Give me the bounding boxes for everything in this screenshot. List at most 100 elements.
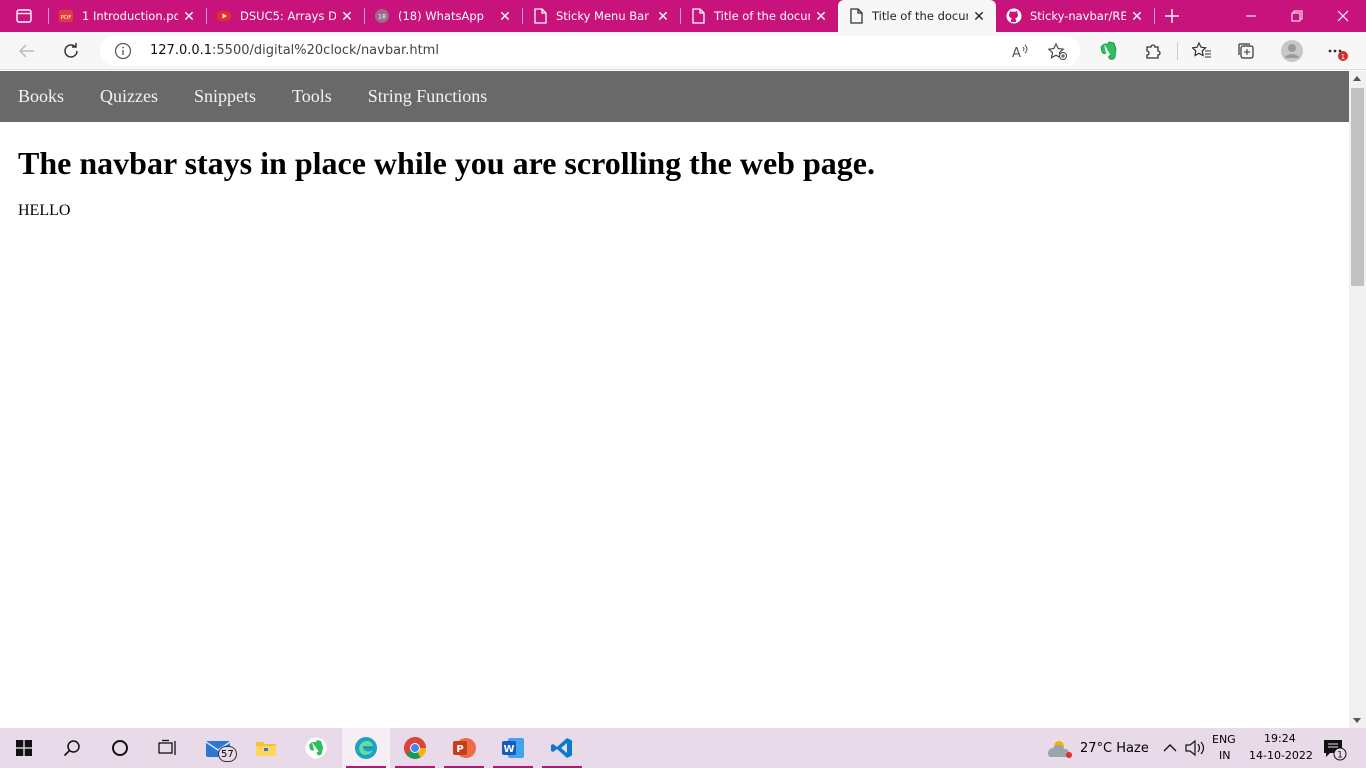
vertical-scrollbar[interactable] [1349, 71, 1366, 728]
scroll-up-arrow-icon[interactable] [1353, 76, 1361, 81]
page-icon [690, 8, 706, 24]
add-favorite-icon[interactable] [1048, 42, 1068, 62]
evernote-icon [1100, 41, 1117, 60]
tab-close-icon[interactable]: ✕ [494, 5, 516, 27]
nav-link-string-functions[interactable]: String Functions [350, 71, 506, 122]
tab-close-icon[interactable]: ✕ [178, 5, 200, 27]
tab-label: Sticky-navbar/REA [1030, 9, 1126, 23]
cortana-icon [112, 740, 128, 756]
tab-7[interactable]: Sticky-navbar/REA ✕ [996, 0, 1154, 32]
site-info-icon[interactable] [114, 42, 132, 60]
sticky-navbar: Books Quizzes Snippets Tools String Func… [0, 71, 1349, 122]
language-bottom[interactable]: IN [1219, 749, 1230, 762]
settings-menu-button[interactable]: 1 [1322, 37, 1352, 65]
url-path: :5500/digital%20clock/navbar.html [212, 43, 439, 58]
start-button[interactable] [0, 728, 48, 768]
powerpoint-button[interactable]: P [440, 728, 488, 768]
tab-close-icon[interactable]: ✕ [810, 5, 832, 27]
svg-text:PDF: PDF [61, 15, 72, 21]
evernote-extension-button[interactable] [1094, 37, 1124, 65]
restore-icon [1291, 10, 1303, 22]
back-arrow-icon [18, 44, 34, 58]
puzzle-icon [1146, 44, 1161, 59]
tab-label: Title of the docum [714, 9, 810, 23]
refresh-button[interactable] [56, 37, 86, 65]
toolbar-separator [1177, 42, 1178, 60]
nav-link-quizzes[interactable]: Quizzes [82, 71, 176, 122]
weather-icon[interactable] [1046, 738, 1074, 760]
tab-close-icon[interactable]: ✕ [968, 5, 990, 27]
pdf-icon: PDF [58, 8, 74, 24]
close-window-button[interactable] [1320, 0, 1366, 32]
cortana-button[interactable] [96, 728, 144, 768]
powerpoint-icon: P [453, 738, 476, 758]
tab-3[interactable]: 18 (18) WhatsApp ✕ [364, 0, 522, 32]
edge-icon [355, 737, 377, 759]
new-tab-button[interactable] [1160, 4, 1184, 28]
tab-1[interactable]: PDF 1 Introduction.pdf ✕ [48, 0, 206, 32]
extensions-button[interactable] [1138, 37, 1168, 65]
mail-badge: 57 [218, 746, 237, 762]
tab-close-icon[interactable]: ✕ [1126, 5, 1148, 27]
clock-time[interactable]: 19:24 [1264, 732, 1296, 745]
plus-icon [1165, 9, 1179, 23]
evernote-icon [305, 737, 327, 759]
task-view-button[interactable] [144, 728, 192, 768]
search-button[interactable] [48, 728, 96, 768]
show-hidden-icons-chevron-icon[interactable] [1160, 740, 1180, 756]
more-dots-icon: 1 [1328, 49, 1348, 61]
mail-app-button[interactable]: 57 [194, 728, 242, 768]
vscode-button[interactable] [538, 728, 586, 768]
tab-2[interactable]: DSUC5: Arrays De ✕ [206, 0, 364, 32]
address-bar[interactable]: 127.0.0.1:5500/digital%20clock/navbar.ht… [100, 36, 1080, 66]
nav-link-books[interactable]: Books [0, 71, 82, 122]
favorites-icon [1192, 42, 1211, 58]
favorites-button[interactable] [1187, 37, 1217, 65]
svg-text:W: W [503, 744, 514, 755]
page-icon [848, 8, 864, 24]
windows-logo-icon [16, 740, 32, 756]
volume-icon[interactable] [1184, 739, 1206, 757]
svg-text:A: A [1012, 46, 1021, 60]
tab-actions-icon [16, 9, 32, 23]
notifications-button[interactable]: 1 [1322, 737, 1350, 761]
collections-button[interactable] [1231, 37, 1261, 65]
vscode-icon [551, 738, 572, 758]
tab-5[interactable]: Title of the docum ✕ [680, 0, 838, 32]
nav-link-snippets[interactable]: Snippets [176, 71, 274, 122]
read-aloud-icon[interactable]: A [1010, 42, 1030, 62]
body-text: HELLO [18, 202, 71, 219]
evernote-app-button[interactable] [292, 728, 340, 768]
clock-date[interactable]: 14-10-2022 [1249, 749, 1313, 762]
tab-label: Title of the docum [872, 9, 968, 23]
page-heading: The navbar stays in place while you are … [18, 145, 875, 181]
tab-6-active[interactable]: Title of the docum ✕ [838, 0, 996, 32]
tab-actions-menu-button[interactable] [8, 5, 40, 27]
profile-button[interactable] [1277, 37, 1307, 65]
url-text[interactable]: 127.0.0.1:5500/digital%20clock/navbar.ht… [150, 43, 439, 58]
minimize-button[interactable] [1228, 0, 1274, 32]
tab-close-icon[interactable]: ✕ [652, 5, 674, 27]
edge-browser-button[interactable] [342, 728, 390, 768]
page-content: The navbar stays in place while you are … [18, 145, 875, 220]
svg-text:1: 1 [1337, 751, 1343, 761]
nav-link-tools[interactable]: Tools [274, 71, 350, 122]
github-icon [1006, 8, 1022, 24]
windows-taskbar: 57 P W 27°C Haze ENG IN 19:24 14-10-2022… [0, 728, 1366, 768]
tab-close-icon[interactable]: ✕ [336, 5, 358, 27]
weather-text[interactable]: 27°C Haze [1080, 741, 1149, 756]
scrollbar-thumb[interactable] [1351, 88, 1364, 286]
back-button[interactable] [12, 37, 42, 65]
restore-button[interactable] [1274, 0, 1320, 32]
language-top[interactable]: ENG [1212, 733, 1236, 746]
word-button[interactable]: W [489, 728, 537, 768]
scroll-down-arrow-icon[interactable] [1353, 718, 1361, 723]
tab-4[interactable]: Sticky Menu Bar ✕ [522, 0, 680, 32]
tab-strip: PDF 1 Introduction.pdf ✕ DSUC5: Arrays D… [0, 0, 1366, 32]
notification-icon: 1 [1324, 740, 1347, 761]
chrome-icon [404, 737, 426, 759]
collections-icon [1238, 43, 1254, 59]
file-explorer-button[interactable] [242, 728, 290, 768]
chrome-button[interactable] [391, 728, 439, 768]
avatar-icon [1281, 40, 1303, 62]
